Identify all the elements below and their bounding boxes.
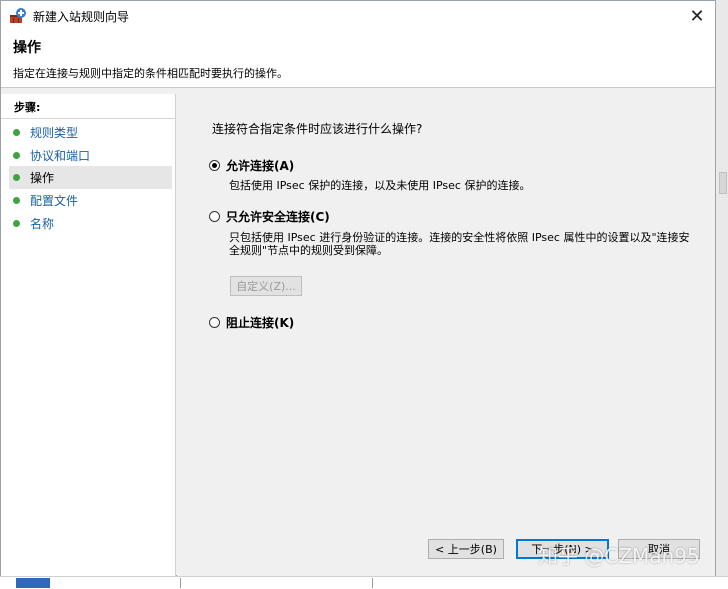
steps-title: 步骤: xyxy=(14,101,41,114)
step-label: 规则类型 xyxy=(30,126,79,140)
option-allow-secure[interactable]: 只允许安全连接(C) xyxy=(209,208,330,225)
background-divider xyxy=(180,578,181,588)
page-description: 指定在连接与规则中指定的条件相匹配时要执行的操作。 xyxy=(13,67,288,80)
step-label: 操作 xyxy=(30,171,55,185)
page-header: 操作 指定在连接与规则中指定的条件相匹配时要执行的操作。 xyxy=(1,31,715,88)
step-profile[interactable]: 配置文件 xyxy=(9,189,172,212)
option-label: 只允许安全连接(C) xyxy=(226,210,330,224)
option-description: 包括使用 IPsec 保护的连接，以及未使用 IPsec 保护的连接。 xyxy=(229,179,531,192)
background-divider xyxy=(372,578,373,588)
wizard-window: 新建入站规则向导 ✕ 操作 指定在连接与规则中指定的条件相匹配时要执行的操作。 … xyxy=(0,0,716,577)
window-title: 新建入站规则向导 xyxy=(33,9,130,24)
steps-panel: 步骤: 规则类型 协议和端口 操作 配置文件 名称 xyxy=(1,94,176,577)
title-bar: 新建入站规则向导 ✕ xyxy=(1,1,715,31)
step-label: 名称 xyxy=(30,217,55,231)
step-label: 配置文件 xyxy=(30,194,79,208)
step-bullet-icon xyxy=(13,197,20,204)
step-bullet-icon xyxy=(13,220,20,227)
option-block[interactable]: 阻止连接(K) xyxy=(209,314,294,331)
action-question: 连接符合指定条件时应该进行什么操作? xyxy=(212,122,423,136)
radio-allow-secure[interactable] xyxy=(209,211,220,222)
step-name[interactable]: 名称 xyxy=(9,212,172,235)
option-label: 允许连接(A) xyxy=(226,159,295,173)
step-protocol-ports[interactable]: 协议和端口 xyxy=(9,144,172,167)
watermark: 知乎 @CZMan95 xyxy=(538,544,700,568)
step-label: 协议和端口 xyxy=(30,149,91,163)
page-title: 操作 xyxy=(13,40,41,56)
step-bullet-icon xyxy=(13,174,20,181)
firewall-icon xyxy=(9,7,27,25)
back-button[interactable]: < 上一步(B) xyxy=(428,539,504,559)
close-button[interactable]: ✕ xyxy=(685,4,709,28)
customize-button: 自定义(Z)... xyxy=(230,276,302,296)
background-scrollbar xyxy=(719,172,727,194)
main-content: 连接符合指定条件时应该进行什么操作? 允许连接(A) 包括使用 IPsec 保护… xyxy=(177,94,715,576)
steps-divider xyxy=(1,118,176,119)
background-window-bottom xyxy=(0,576,728,589)
step-action[interactable]: 操作 xyxy=(9,166,172,189)
option-allow[interactable]: 允许连接(A) xyxy=(209,157,294,174)
background-selection xyxy=(16,578,50,588)
radio-block[interactable] xyxy=(209,317,220,328)
step-bullet-icon xyxy=(13,129,20,136)
option-label: 阻止连接(K) xyxy=(226,316,295,330)
radio-allow[interactable] xyxy=(209,160,220,171)
background-window-edge xyxy=(716,0,728,588)
step-rule-type[interactable]: 规则类型 xyxy=(9,121,172,144)
close-icon: ✕ xyxy=(689,5,705,27)
option-description: 只包括使用 IPsec 进行身份验证的连接。连接的安全性将依照 IPsec 属性… xyxy=(229,231,690,257)
step-bullet-icon xyxy=(13,152,20,159)
